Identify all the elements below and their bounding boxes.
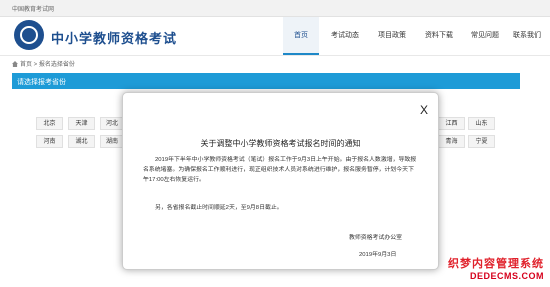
breadcrumb: 首页 > 报名选择省份 [12,59,75,68]
watermark: 织梦内容管理系统 DEDECMS.COM [434,255,544,281]
province-henan[interactable]: 河南 [36,135,63,148]
nav-policy[interactable]: 项目政策 [372,17,412,55]
section-header: 请选择报考省份 [12,73,520,89]
notice-modal: X 关于调整中小学教师资格考试报名时间的通知 2019年下半年中小学教师资格考试… [122,92,439,270]
province-hunan[interactable]: 湖南 [100,135,124,148]
site-title[interactable]: 中小学教师资格考试 [51,28,177,47]
site-logo-icon[interactable] [14,20,44,50]
watermark-line1: 织梦内容管理系统 [448,258,544,270]
province-jiangxi[interactable]: 江西 [438,117,465,130]
home-icon [12,61,18,67]
nav-faq[interactable]: 常见问题 [465,17,505,55]
notice-deadline-note: 另，各省报名截止时间顺延2天，至9月8日截止。 [155,205,283,211]
top-bar: 中国教育考试网 [0,0,550,17]
top-bar-text: 中国教育考试网 [12,7,55,13]
nav-contact[interactable]: 联系我们 [507,17,547,55]
province-hebei[interactable]: 河北 [100,117,124,130]
close-icon[interactable]: X [420,103,428,117]
nav-downloads[interactable]: 资料下载 [419,17,459,55]
nav-exam-news[interactable]: 考试动态 [325,17,365,55]
watermark-line2: DEDECMS.COM [469,271,544,281]
site-header: 中小学教师资格考试 首页 考试动态 项目政策 资料下载 常见问题 联系我们 [0,17,550,56]
notice-signature: 教师资格考试办公室 [349,235,403,241]
notice-date: 2019年9月3日 [359,252,397,258]
breadcrumb-current: 报名选择省份 [38,62,75,68]
province-beijing[interactable]: 北京 [36,117,63,130]
breadcrumb-separator: > [32,62,39,68]
notice-body: 2019年下半年中小学教师资格考试（笔试）报名工作于9月3日上午开始。由于报名人… [143,157,417,183]
province-ningxia[interactable]: 宁夏 [468,135,495,148]
nav-home[interactable]: 首页 [283,17,319,55]
province-qinghai[interactable]: 青海 [438,135,465,148]
notice-title: 关于调整中小学教师资格考试报名时间的通知 [200,139,361,148]
breadcrumb-home[interactable]: 首页 [20,62,32,68]
province-shandong[interactable]: 山东 [468,117,495,130]
section-title: 请选择报考省份 [17,79,66,86]
province-hubei[interactable]: 湖北 [68,135,95,148]
province-tianjin[interactable]: 天津 [68,117,95,130]
